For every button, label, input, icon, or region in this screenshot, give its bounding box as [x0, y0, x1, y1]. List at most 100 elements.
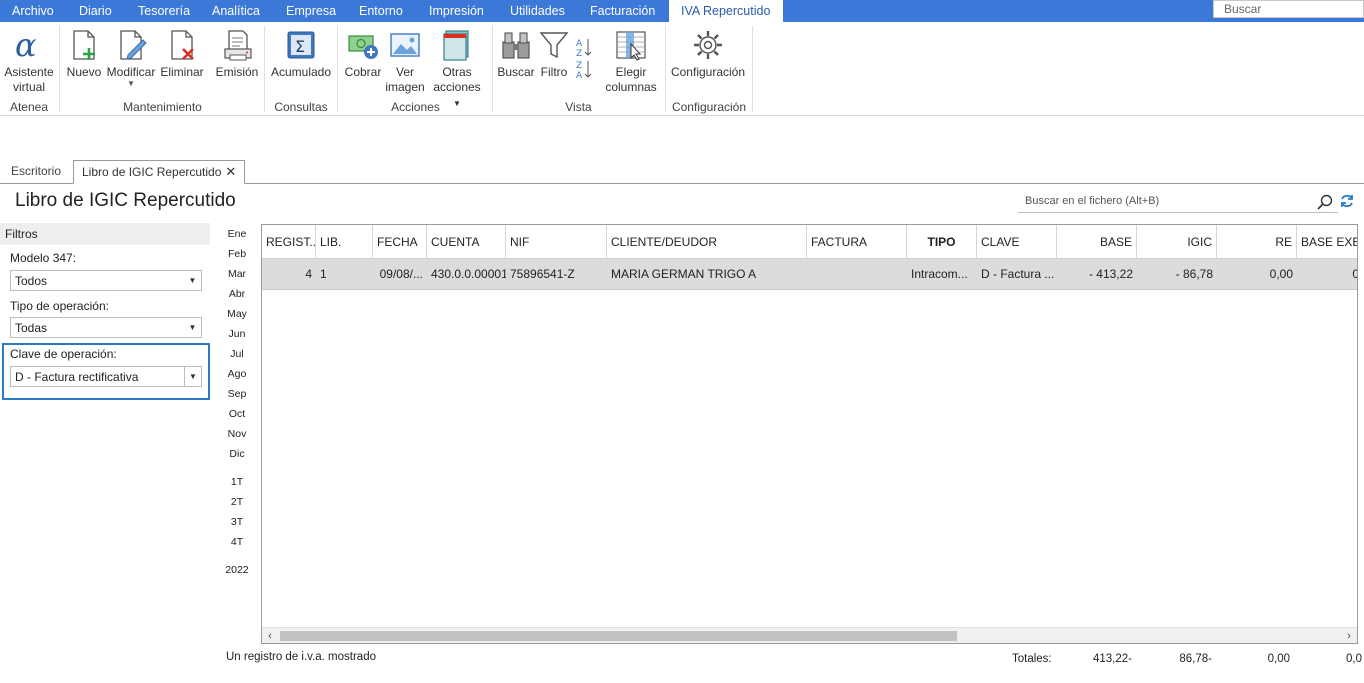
buscar-label: Buscar [497, 65, 535, 79]
col-fecha[interactable]: FECHA [373, 225, 427, 259]
otras-acciones-button[interactable]: Otras acciones ▼ [428, 28, 486, 111]
menu-tab-entorno[interactable]: Entorno [347, 0, 415, 22]
month-mar[interactable]: Mar [222, 268, 252, 280]
group-atenea: Atenea [9, 100, 49, 114]
month-dic[interactable]: Dic [222, 448, 252, 460]
quarter-2t[interactable]: 2T [222, 496, 252, 508]
col-clave[interactable]: CLAVE [977, 225, 1057, 259]
sort-az-icon: AZZA [574, 36, 594, 80]
col-igic[interactable]: IGIC [1137, 225, 1217, 259]
table-row[interactable]: 4 1 09/08/... 430.0.0.00001 75896541-Z M… [262, 259, 1357, 290]
ver-imagen-button[interactable]: Ver imagen [385, 28, 425, 95]
tab-escritorio[interactable]: Escritorio [3, 160, 69, 184]
configuracion-button[interactable]: Configuración [670, 28, 746, 80]
quarter-3t[interactable]: 3T [222, 516, 252, 528]
svg-text:A: A [576, 39, 583, 49]
chevron-down-icon[interactable]: ▼ [184, 271, 201, 290]
elegir-columnas-button[interactable]: Elegir columnas [603, 28, 659, 95]
month-may[interactable]: May [222, 308, 252, 320]
month-ene[interactable]: Ene [222, 228, 252, 240]
group-vista: Vista [565, 100, 592, 114]
scrollbar-thumb[interactable] [280, 631, 957, 641]
col-registro[interactable]: REGIST... [262, 225, 316, 259]
close-icon[interactable]: ✕ [225, 164, 236, 179]
nuevo-button[interactable]: Nuevo [65, 28, 103, 80]
clave-operacion-select[interactable]: D - Factura rectificativa ▼ [10, 366, 202, 387]
menu-tab-tesoreria[interactable]: Tesorería [126, 0, 202, 22]
col-nif[interactable]: NIF [506, 225, 607, 259]
col-tipo[interactable]: TIPO [907, 225, 977, 259]
cobrar-button[interactable]: Cobrar [343, 28, 383, 80]
modelo-347-label: Modelo 347: [10, 251, 77, 265]
menu-tab-impresion[interactable]: Impresión [417, 0, 496, 22]
quarter-4t[interactable]: 4T [222, 536, 252, 548]
month-feb[interactable]: Feb [222, 248, 252, 260]
sort-az-button[interactable]: AZZA [573, 36, 595, 83]
cell-base: - 413,22 [1088, 267, 1133, 281]
col-base[interactable]: BASE [1057, 225, 1137, 259]
elegir-label-1: Elegir [615, 65, 647, 79]
nuevo-label: Nuevo [66, 65, 102, 79]
alpha-icon: α [12, 28, 46, 62]
month-jul[interactable]: Jul [222, 348, 252, 360]
top-search-input[interactable]: Buscar [1213, 0, 1364, 18]
modelo-347-select[interactable]: Todos ▼ [10, 270, 202, 291]
month-nov[interactable]: Nov [222, 428, 252, 440]
tab-libro-igic[interactable]: Libro de IGIC Repercutido ✕ [73, 160, 246, 184]
emision-button[interactable]: Emisión [215, 28, 259, 80]
acumulado-label: Acumulado [270, 65, 332, 79]
binoculars-icon [499, 28, 533, 62]
menu-tab-archivo[interactable]: Archivo [0, 0, 66, 22]
group-divider [264, 26, 265, 112]
menu-tab-diario[interactable]: Diario [67, 0, 124, 22]
menu-tab-iva-repercutido[interactable]: IVA Repercutido [669, 0, 783, 22]
horizontal-scrollbar[interactable]: ‹ › [262, 627, 1357, 643]
menu-tab-analitica[interactable]: Analítica [200, 0, 272, 22]
print-document-icon [220, 28, 254, 62]
total-re: 0,00 [1267, 653, 1290, 665]
tipo-operacion-select[interactable]: Todas ▼ [10, 317, 202, 338]
menu-tab-facturacion[interactable]: Facturación [578, 0, 667, 22]
document-tabs: Escritorio Libro de IGIC Repercutido ✕ [0, 160, 1364, 184]
scroll-left-icon[interactable]: ‹ [262, 628, 278, 643]
page-title: Libro de IGIC Repercutido [15, 190, 236, 211]
col-cuenta[interactable]: CUENTA [427, 225, 506, 259]
status-text: Un registro de i.v.a. mostrado [226, 651, 376, 663]
ver-imagen-label-2: imagen [385, 80, 425, 94]
col-cliente[interactable]: CLIENTE/DEUDOR [607, 225, 807, 259]
col-re[interactable]: RE [1217, 225, 1297, 259]
modificar-caret-icon: ▼ [127, 79, 135, 88]
month-jun[interactable]: Jun [222, 328, 252, 340]
col-lib[interactable]: LIB. [316, 225, 373, 259]
cell-tipo: Intracom... [911, 267, 968, 281]
menu-tab-empresa[interactable]: Empresa [274, 0, 348, 22]
asistente-virtual-button[interactable]: α Asistente virtual [4, 28, 54, 95]
file-search-input[interactable]: Buscar en el fichero (Alt+B) [1018, 191, 1338, 213]
acumulado-button[interactable]: Σ Acumulado [270, 28, 332, 80]
month-abr[interactable]: Abr [222, 288, 252, 300]
year-selector[interactable]: 2022 [222, 564, 252, 576]
filtro-button[interactable]: Filtro [537, 28, 571, 80]
menu-tab-utilidades[interactable]: Utilidades [498, 0, 577, 22]
month-oct[interactable]: Oct [222, 408, 252, 420]
col-base-exenta[interactable]: BASE EXEN [1297, 225, 1357, 259]
group-divider [59, 26, 60, 112]
svg-text:A: A [576, 71, 583, 80]
col-factura[interactable]: FACTURA [807, 225, 907, 259]
search-icon[interactable] [1316, 193, 1334, 211]
quarter-1t[interactable]: 1T [222, 476, 252, 488]
books-icon [440, 28, 474, 62]
totals-label: Totales: [1012, 653, 1052, 665]
month-ago[interactable]: Ago [222, 368, 252, 380]
image-icon [388, 28, 422, 62]
group-divider [337, 26, 338, 112]
cell-igic: - 86,78 [1175, 267, 1213, 281]
modificar-button[interactable]: Modificar ▼ [104, 28, 158, 88]
eliminar-button[interactable]: Eliminar [160, 28, 204, 80]
refresh-icon[interactable] [1339, 193, 1355, 209]
chevron-down-icon[interactable]: ▼ [184, 367, 201, 386]
buscar-button[interactable]: Buscar [497, 28, 535, 80]
chevron-down-icon[interactable]: ▼ [184, 318, 201, 337]
scroll-right-icon[interactable]: › [1341, 628, 1357, 643]
month-sep[interactable]: Sep [222, 388, 252, 400]
